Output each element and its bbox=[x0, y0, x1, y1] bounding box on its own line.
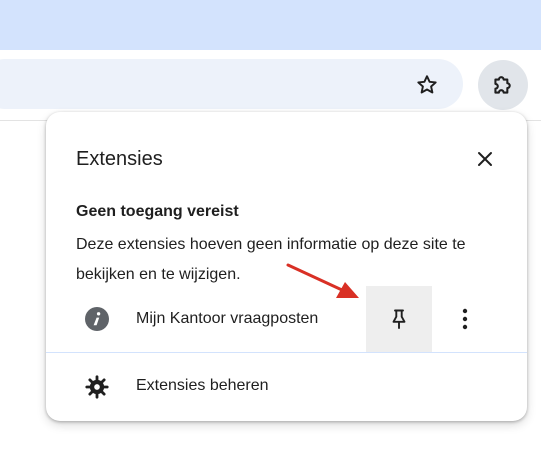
section-heading: Geen toegang vereist bbox=[76, 203, 239, 220]
extension-row[interactable]: Mijn Kantoor vraagposten bbox=[46, 286, 527, 352]
info-icon bbox=[85, 307, 109, 331]
close-button[interactable] bbox=[470, 144, 500, 174]
pin-button[interactable] bbox=[366, 286, 432, 352]
manage-extensions-item[interactable]: Extensies beheren bbox=[46, 353, 527, 419]
gear-icon bbox=[84, 374, 110, 400]
extension-name: Mijn Kantoor vraagposten bbox=[136, 310, 319, 327]
manage-extensions-label: Extensies beheren bbox=[136, 377, 269, 394]
popup-title: Extensies bbox=[76, 148, 163, 170]
close-icon bbox=[478, 152, 492, 166]
bookmark-star-icon[interactable] bbox=[412, 70, 442, 100]
extensions-button[interactable] bbox=[478, 60, 528, 110]
pin-icon bbox=[392, 309, 406, 329]
puzzle-piece-icon bbox=[494, 76, 511, 94]
more-vert-icon bbox=[462, 308, 468, 330]
section-description: Deze extensies hoeven geen informatie op… bbox=[76, 236, 466, 283]
extensions-popup: Extensies Geen toegang vereist Deze exte… bbox=[46, 112, 527, 421]
browser-toolbar bbox=[0, 50, 541, 121]
tab-strip bbox=[0, 0, 541, 50]
address-bar[interactable] bbox=[0, 59, 463, 109]
more-options-button[interactable] bbox=[450, 304, 480, 334]
